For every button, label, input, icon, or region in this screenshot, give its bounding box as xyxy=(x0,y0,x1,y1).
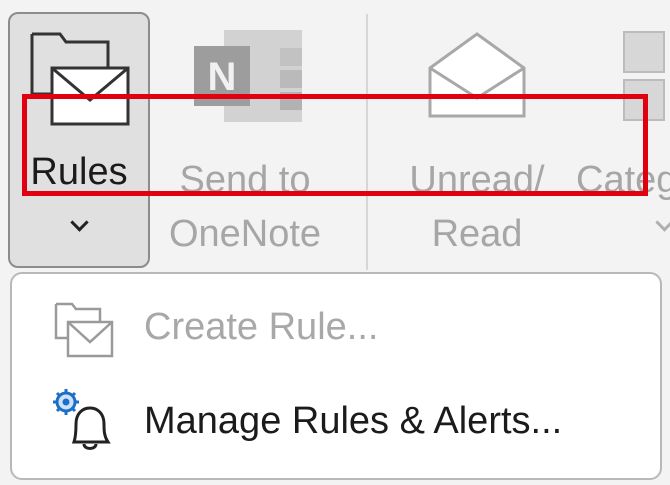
menu-item-create-rule[interactable]: Create Rule... xyxy=(12,284,660,372)
manage-rules-alerts-label: Manage Rules & Alerts... xyxy=(144,400,563,442)
manage-rules-alerts-icon xyxy=(53,389,111,450)
chevron-down-icon xyxy=(655,213,670,232)
menu-item-manage-rules-alerts[interactable]: Manage Rules & Alerts... xyxy=(12,378,660,466)
chevron-down-icon xyxy=(70,213,89,232)
label-line-2: OneNote xyxy=(168,213,322,255)
highlight-box xyxy=(22,94,648,196)
rules-dropdown-menu: Create Rule... Manage Rules & Alerts... xyxy=(10,272,662,480)
create-rule-label: Create Rule... xyxy=(144,306,379,348)
svg-text:N: N xyxy=(208,55,237,99)
label-line-2: Read xyxy=(431,213,523,255)
create-rule-icon xyxy=(54,302,114,358)
